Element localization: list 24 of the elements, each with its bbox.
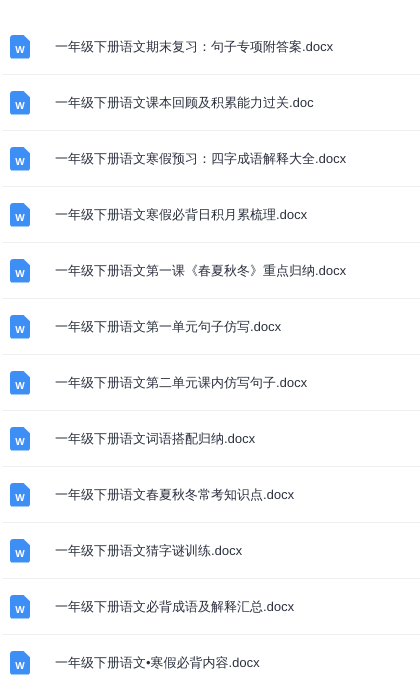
- document-icon: W: [10, 258, 30, 282]
- file-name[interactable]: 一年级下册语文第一课《春夏秋冬》重点归纳.docx: [55, 260, 346, 280]
- document-icon: W: [10, 538, 30, 562]
- document-icon: W: [10, 90, 30, 114]
- file-name[interactable]: 一年级下册语文•寒假必背内容.docx: [55, 652, 260, 672]
- document-icon: W: [10, 146, 30, 170]
- file-name[interactable]: 一年级下册语文第二单元课内仿写句子.docx: [55, 372, 308, 392]
- file-name[interactable]: 一年级下册语文期末复习：句子专项附答案.docx: [55, 36, 334, 56]
- document-icon: W: [10, 594, 30, 618]
- document-icon: W: [10, 426, 30, 450]
- file-name[interactable]: 一年级下册语文春夏秋冬常考知识点.docx: [55, 484, 294, 504]
- document-icon: W: [10, 650, 30, 674]
- file-name[interactable]: 一年级下册语文词语搭配归纳.docx: [55, 428, 256, 448]
- document-icon: W: [10, 370, 30, 394]
- document-icon: W: [10, 314, 30, 338]
- document-icon: W: [10, 202, 30, 226]
- document-icon: W: [10, 482, 30, 506]
- file-name[interactable]: 一年级下册语文猜字谜训练.docx: [55, 540, 242, 560]
- file-name[interactable]: 一年级下册语文寒假必背日积月累梳理.docx: [55, 204, 308, 224]
- file-name[interactable]: 一年级下册语文寒假预习：四字成语解释大全.docx: [55, 148, 346, 168]
- document-icon: W: [10, 34, 30, 58]
- file-name[interactable]: 一年级下册语文第一单元句子仿写.docx: [55, 316, 282, 336]
- file-name[interactable]: 一年级下册语文必背成语及解释汇总.docx: [55, 596, 294, 616]
- file-name[interactable]: 一年级下册语文课本回顾及积累能力过关.doc: [55, 92, 314, 112]
